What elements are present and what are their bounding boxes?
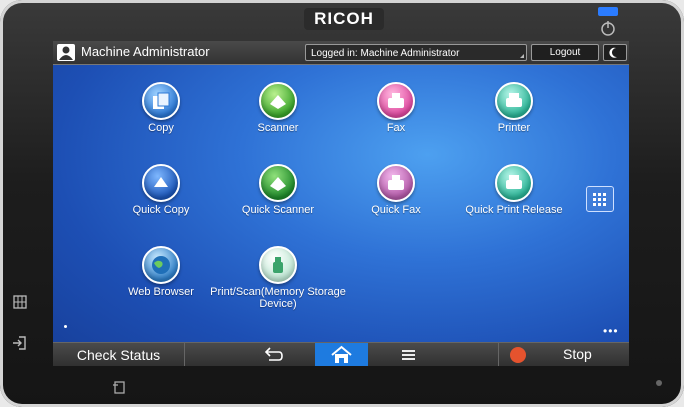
counter-icon[interactable] [10,292,30,312]
user-icon [57,44,75,61]
app-memory-storage[interactable]: Print/Scan(Memory Storage Device) [208,246,348,310]
stop-button[interactable]: Stop [498,343,629,366]
back-button[interactable] [253,343,293,366]
touch-screen: Machine Administrator Logged in: Machine… [53,41,629,366]
energy-saver-button[interactable] [603,44,627,61]
status-led [598,7,618,16]
home-icon [331,345,352,363]
more-icon[interactable]: ••• [603,324,619,338]
page-indicator-dot [64,325,67,328]
scanner-icon [259,82,297,120]
moon-icon [609,47,617,58]
app-label: Quick Print Release [465,204,563,216]
brand-logo: RICOH [304,8,384,30]
quick-fax-icon [377,164,415,202]
app-label: Print/Scan(Memory Storage Device) [210,286,346,310]
home-button[interactable] [315,343,368,366]
menu-button[interactable] [388,343,428,366]
login-status-text: Logged in: Machine Administrator [311,48,460,59]
menu-icon [402,350,415,360]
quick-print-release-icon [495,164,533,202]
printer-icon [495,82,533,120]
bottom-bar: Check Status Stop [53,342,629,366]
login-icon[interactable] [10,333,30,353]
logout-button[interactable]: Logout [531,44,599,61]
copy-icon [142,82,180,120]
back-arrow-icon [264,347,283,361]
indicator-dot [656,380,662,386]
grid-icon [593,193,606,206]
fax-icon [377,82,415,120]
stop-label: Stop [563,346,592,362]
usb-icon [259,246,297,284]
user-label: Machine Administrator [81,44,210,59]
power-icon[interactable] [598,18,618,38]
stop-icon [510,347,526,363]
data-in-icon [113,381,125,394]
app-list-button[interactable] [586,186,614,212]
login-status[interactable]: Logged in: Machine Administrator [305,44,527,61]
globe-icon [142,246,180,284]
check-status-button[interactable]: Check Status [53,343,185,366]
quick-scanner-icon [259,164,297,202]
app-label: Printer [497,122,531,134]
app-quick-print-release[interactable]: Quick Print Release [444,164,584,216]
top-bar: Machine Administrator Logged in: Machine… [53,41,629,65]
app-printer[interactable]: Printer [444,82,584,134]
login-corner-icon [520,54,524,58]
quick-copy-icon [142,164,180,202]
